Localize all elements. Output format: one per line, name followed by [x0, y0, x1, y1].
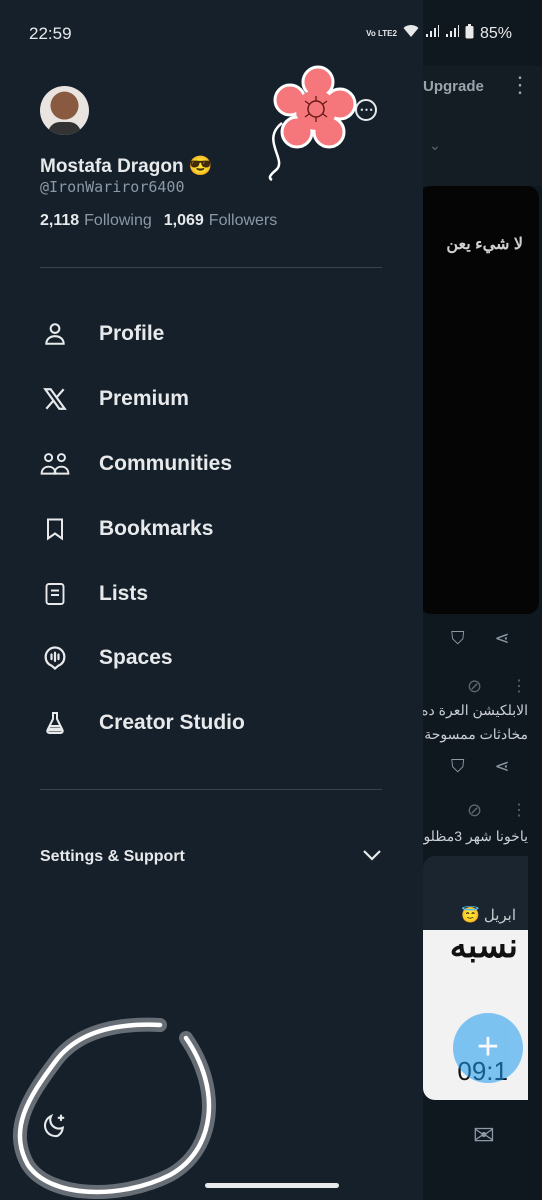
menu-item-label: Creator Studio — [99, 711, 245, 735]
signal-icon — [425, 25, 439, 43]
signal-icon — [445, 25, 459, 43]
divider — [40, 267, 382, 268]
chevron-down-icon: ⌄ — [429, 137, 441, 153]
x-logo-icon — [40, 384, 70, 414]
settings-support-label: Settings & Support — [40, 848, 185, 865]
menu-item-label: Lists — [99, 581, 149, 605]
mail-icon[interactable]: ✉ — [473, 1120, 495, 1151]
flask-icon — [40, 708, 70, 738]
handle: @IronWariror6400 — [40, 178, 185, 196]
menu-item-lists[interactable]: Lists — [40, 561, 382, 626]
menu-item-label: Communities — [99, 451, 233, 475]
quoted-image-text: نسبه — [449, 927, 518, 965]
upgrade-button[interactable]: Upgrade — [423, 78, 484, 95]
followers-label[interactable]: Followers — [209, 212, 277, 230]
menu-item-label: Premium — [99, 387, 189, 411]
more-vertical-icon[interactable]: ⋮ — [511, 800, 527, 820]
post-actions: ⛉ ⋖ — [451, 628, 510, 649]
post-text-line: ياخونا شهر 3مظلو — [423, 828, 528, 844]
wifi-icon — [403, 25, 419, 43]
compose-button[interactable]: + — [453, 1013, 523, 1083]
chevron-down-icon — [362, 848, 382, 866]
list-icon — [40, 579, 70, 609]
following-label[interactable]: Following — [84, 212, 152, 230]
drawer-menu: Profile Premium Communities Bookmarks Li… — [40, 302, 382, 756]
bookmark-icon[interactable]: ⛉ — [451, 756, 465, 777]
status-bar: 22:59 Vo LTE2 85% — [0, 0, 542, 66]
divider — [40, 789, 382, 790]
bookmark-icon — [40, 514, 70, 544]
menu-item-bookmarks[interactable]: Bookmarks — [40, 496, 382, 561]
settings-support-toggle[interactable]: Settings & Support — [40, 842, 382, 872]
post-text-line: الابلكيشن العرة ده — [423, 702, 528, 718]
post-text-line: مخادثات ممسوحة — [424, 726, 528, 742]
person-icon — [40, 319, 70, 349]
home-indicator[interactable] — [205, 1183, 339, 1188]
moon-icon[interactable] — [40, 1112, 68, 1140]
avatar[interactable] — [40, 86, 89, 135]
menu-item-profile[interactable]: Profile — [40, 302, 382, 367]
share-icon[interactable]: ⋖ — [495, 628, 510, 649]
more-vertical-icon[interactable]: ⋮ — [509, 74, 531, 96]
menu-item-spaces[interactable]: Spaces — [40, 626, 382, 691]
menu-item-label: Bookmarks — [99, 516, 214, 540]
follow-stats: 2,118 Following 1,069 Followers — [40, 212, 284, 230]
more-vertical-icon[interactable]: ⋮ — [511, 676, 527, 696]
spaces-icon — [40, 643, 70, 673]
share-icon[interactable]: ⋖ — [495, 756, 510, 777]
media-card-text: لا شيء يعن — [446, 236, 523, 253]
post-actions: ⛉ ⋖ — [451, 756, 510, 777]
not-interested-icon[interactable]: ⊘ — [467, 800, 482, 821]
account-options-icon[interactable]: ⋯ — [355, 99, 377, 121]
menu-item-creator-studio[interactable]: Creator Studio — [40, 691, 382, 756]
battery-icon — [465, 24, 474, 44]
network-label: Vo LTE2 — [366, 29, 397, 38]
battery-percent: 85% — [479, 25, 512, 42]
menu-item-label: Spaces — [99, 646, 173, 670]
quoted-post-author: ابريل 😇 — [461, 907, 516, 924]
background-feed: Upgrade ⋮ ⌄ لا شيء يعن ⛉ ⋖ ⊘ ⋮ الابلكيشن… — [423, 0, 542, 1200]
menu-item-premium[interactable]: Premium — [40, 367, 382, 432]
bookmark-icon[interactable]: ⛉ — [451, 628, 465, 649]
following-count[interactable]: 2,118 — [40, 212, 79, 230]
menu-item-communities[interactable]: Communities — [40, 432, 382, 497]
display-name[interactable]: Mostafa Dragon 😎 — [40, 154, 213, 178]
menu-item-label: Profile — [99, 322, 165, 346]
communities-icon — [40, 449, 70, 479]
navigation-drawer: ⋯ Mostafa Dragon 😎 @IronWariror6400 2,11… — [0, 0, 423, 1200]
followers-count[interactable]: 1,069 — [164, 212, 204, 230]
status-indicators: Vo LTE2 85% — [366, 24, 512, 44]
media-card[interactable]: لا شيء يعن — [423, 186, 539, 614]
status-time: 22:59 — [29, 24, 72, 43]
not-interested-icon[interactable]: ⊘ — [467, 676, 482, 697]
